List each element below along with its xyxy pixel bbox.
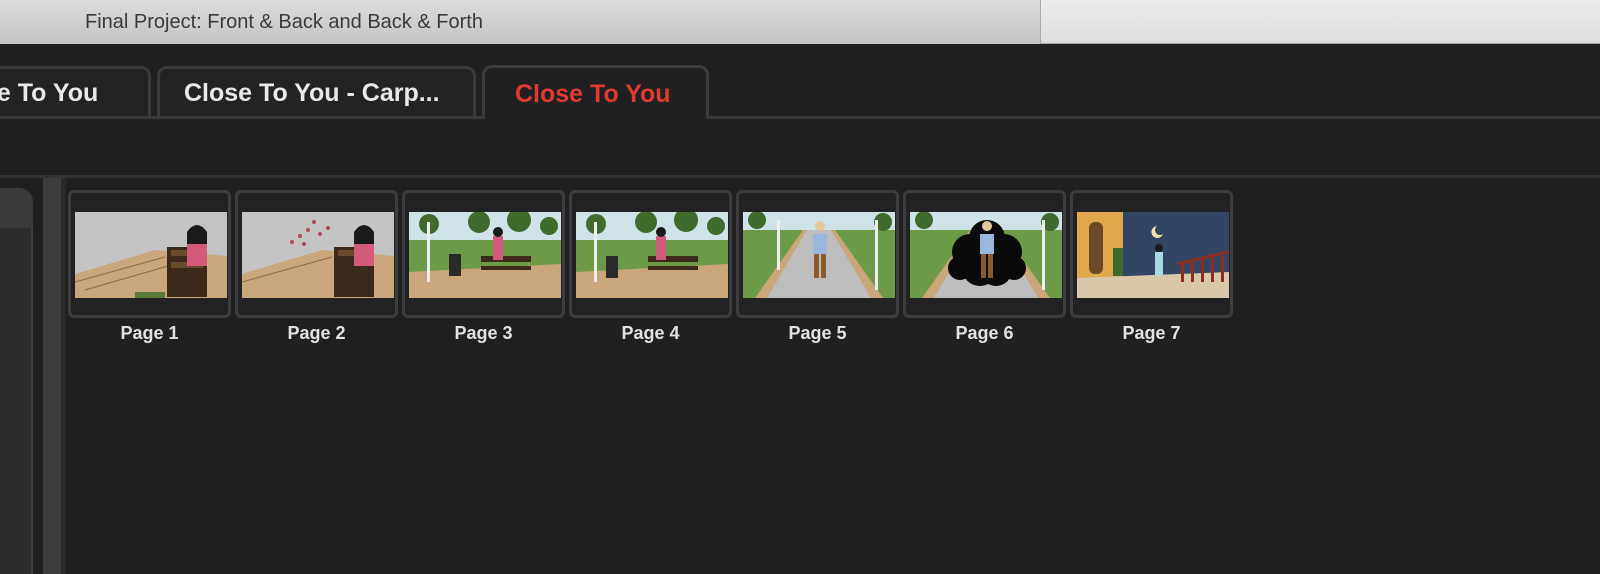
page-label: Page 7 (1122, 323, 1181, 343)
page-thumbnail[interactable]: Page 4 (569, 190, 732, 350)
page-label: Page 5 (788, 323, 847, 343)
park-bench-thumbnail (409, 212, 561, 298)
window-title: Final Project: Front & Back and Back & F… (85, 11, 483, 33)
tab-label: se To You (0, 79, 99, 107)
title-bar-empty-area (1040, 0, 1600, 44)
page-thumbnail[interactable]: Page 1 (68, 190, 231, 350)
sidebar-panel[interactable] (0, 188, 33, 574)
panel-splitter[interactable] (43, 178, 66, 574)
page-frame[interactable] (235, 190, 398, 318)
park-bench-thumbnail (576, 212, 728, 298)
page-label: Page 2 (287, 323, 346, 343)
page-thumbnail[interactable]: Page 5 (736, 190, 899, 350)
tab-label: Close To You - Carp... (184, 79, 440, 107)
window-title-bar: Final Project: Front & Back and Back & F… (0, 0, 1600, 45)
night-balcony-thumbnail (1077, 212, 1229, 298)
toolbar (0, 119, 1600, 176)
woman-on-bench-thumbnail (75, 212, 227, 298)
man-walking-path-thumbnail (743, 212, 895, 298)
page-label: Page 3 (454, 323, 513, 343)
page-label: Page 1 (120, 323, 179, 343)
title-bar-active-area: Final Project: Front & Back and Back & F… (0, 0, 1040, 45)
tab-close-to-you-carp[interactable]: Close To You - Carp... (157, 66, 476, 118)
woman-on-bench-birds-thumbnail (242, 212, 394, 298)
tab-label: Close To You (515, 80, 671, 108)
page-label: Page 6 (955, 323, 1014, 343)
page-frame[interactable] (569, 190, 732, 318)
page-frame[interactable] (402, 190, 565, 318)
page-frame[interactable] (1070, 190, 1233, 318)
tab-close-to-you-active[interactable]: Close To You (482, 65, 709, 121)
tab-close-to-you-partial[interactable]: se To You (0, 66, 151, 118)
toolbar-divider (0, 175, 1600, 178)
page-frame[interactable] (903, 190, 1066, 318)
sidebar-header (0, 188, 33, 228)
page-thumbnail[interactable]: Page 2 (235, 190, 398, 350)
page-frame[interactable] (736, 190, 899, 318)
page-label: Page 4 (621, 323, 680, 343)
page-thumbnail[interactable]: Page 7 (1070, 190, 1233, 350)
page-frame[interactable] (68, 190, 231, 318)
page-thumbnail[interactable]: Page 6 (903, 190, 1066, 350)
page-thumbnail[interactable]: Page 3 (402, 190, 565, 350)
man-walking-dark-cloud-thumbnail (910, 212, 1062, 298)
tab-bar: se To You Close To You - Carp... Close T… (0, 44, 1600, 121)
